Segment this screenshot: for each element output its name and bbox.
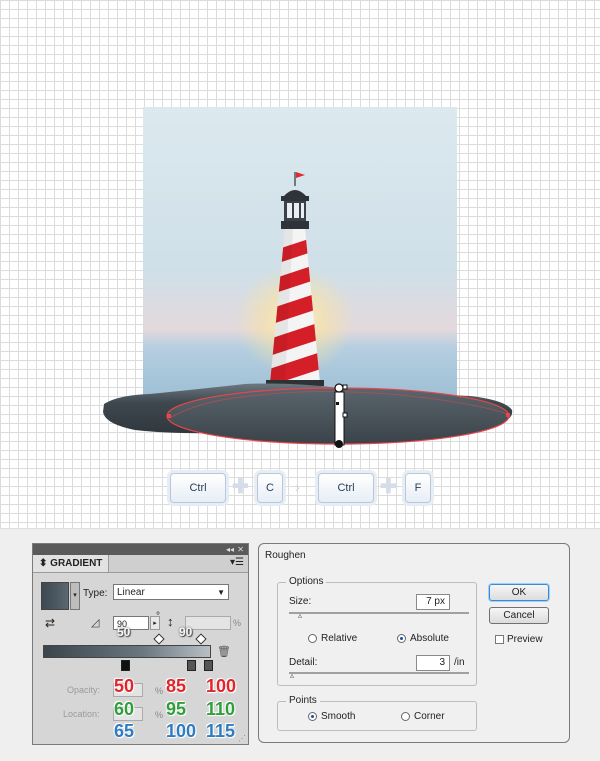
degree-symbol: ° <box>156 611 160 622</box>
panel-drag-strip[interactable]: ◂◂ ✕ <box>33 544 248 555</box>
tab-arrows-icon: ⬍ <box>39 558 51 569</box>
reverse-gradient-icon[interactable]: ⇄ <box>45 616 55 630</box>
panel-menu-icon[interactable]: ▾☰ <box>230 558 244 568</box>
preview-label: Preview <box>507 634 543 645</box>
gradient-slider-bar[interactable] <box>43 645 211 658</box>
tab-gradient-label: GRADIENT <box>50 558 103 569</box>
detail-unit: /in <box>454 657 465 668</box>
detail-input[interactable]: 3 <box>416 655 450 671</box>
relative-label: Relative <box>321 633 358 644</box>
green-number-3: 110 <box>206 699 236 719</box>
plus-icon: ✚ <box>232 476 249 498</box>
angle-icon: ◿ <box>91 617 100 629</box>
angle-overlay-number: 50 <box>117 625 131 639</box>
green-number-2: 95 <box>166 699 187 719</box>
gradient-panel: ◂◂ ✕ ⬍ GRADIENT ▾☰ ▾ Type: Linear ▼ ⇄ ◿ 9… <box>32 543 249 745</box>
key-c: C <box>257 473 283 503</box>
plus-icon-2: ✚ <box>380 476 397 498</box>
swatch-dropdown-icon[interactable]: ▾ <box>70 582 80 610</box>
aspect-percent: % <box>233 618 242 628</box>
midpoint-diamond-1[interactable] <box>153 633 165 645</box>
aspect-overlay-number: 90 <box>179 625 193 639</box>
opacity-number-2: 85 <box>166 676 187 696</box>
location-percent: % <box>155 710 164 720</box>
corner-radio[interactable] <box>401 712 410 721</box>
smooth-label: Smooth <box>321 711 356 722</box>
points-legend: Points <box>286 695 320 706</box>
cancel-button[interactable]: Cancel <box>489 607 549 624</box>
opacity-percent: % <box>155 686 164 696</box>
dialog-title: Roughen <box>265 550 306 561</box>
lighthouse-illustration <box>103 107 513 448</box>
corner-label: Corner <box>414 711 445 722</box>
chevron-down-icon: ▼ <box>217 588 225 597</box>
shortcut-row: Ctrl ✚ C › Ctrl ✚ F <box>0 473 600 503</box>
collapse-icon[interactable]: ◂◂ <box>226 544 234 555</box>
smooth-radio[interactable] <box>308 712 317 721</box>
opacity-label: Opacity: <box>67 685 101 695</box>
roughen-dialog: Roughen Options Size: 7 px ▵ Relative Ab… <box>258 543 570 743</box>
preview-checkbox[interactable] <box>495 635 504 644</box>
type-select[interactable]: Linear ▼ <box>113 584 229 600</box>
resize-grip-icon[interactable]: ⋰ <box>238 734 246 743</box>
location-label: Location: <box>63 709 100 719</box>
key-ctrl: Ctrl <box>170 473 226 503</box>
detail-slider-track[interactable] <box>289 672 469 674</box>
type-label: Type: <box>83 588 108 599</box>
trash-icon[interactable]: 🗑 <box>217 645 231 658</box>
options-legend: Options <box>286 576 327 587</box>
gradient-swatch[interactable] <box>41 582 69 610</box>
midpoint-diamond-2[interactable] <box>195 633 207 645</box>
absolute-label: Absolute <box>410 633 449 644</box>
opacity-number-3: 100 <box>206 676 237 696</box>
gradient-stop-1[interactable] <box>121 660 130 671</box>
absolute-radio[interactable] <box>397 634 406 643</box>
chevron-right-icon: › <box>295 479 300 495</box>
options-group: Options Size: 7 px ▵ Relative Absolute D… <box>277 576 477 686</box>
ok-button[interactable]: OK <box>489 584 549 601</box>
detail-label: Detail: <box>289 657 318 668</box>
gradient-stop-2[interactable] <box>187 660 196 671</box>
location-number-1: 65 <box>114 721 135 741</box>
location-number-2: 100 <box>166 721 197 741</box>
points-group: Points Smooth Corner <box>277 695 477 731</box>
gradient-stop-3[interactable] <box>204 660 213 671</box>
opacity-number-1: 50 <box>114 676 135 696</box>
location-number-3: 115 <box>206 721 236 741</box>
size-label: Size: <box>289 596 312 607</box>
aspect-ratio-icon: ↕ <box>167 614 174 629</box>
size-slider-knob[interactable]: ▵ <box>298 611 302 620</box>
tab-gradient[interactable]: ⬍ GRADIENT <box>33 555 110 572</box>
green-number-1: 60 <box>114 699 135 719</box>
key-ctrl-2: Ctrl <box>318 473 374 503</box>
close-icon[interactable]: ✕ <box>237 544 244 555</box>
size-input[interactable]: 7 px <box>416 594 450 610</box>
relative-radio[interactable] <box>308 634 317 643</box>
type-value: Linear <box>117 587 145 598</box>
key-f: F <box>405 473 431 503</box>
detail-slider-knob[interactable]: ▵ <box>290 671 294 680</box>
size-slider-track[interactable] <box>289 612 469 614</box>
